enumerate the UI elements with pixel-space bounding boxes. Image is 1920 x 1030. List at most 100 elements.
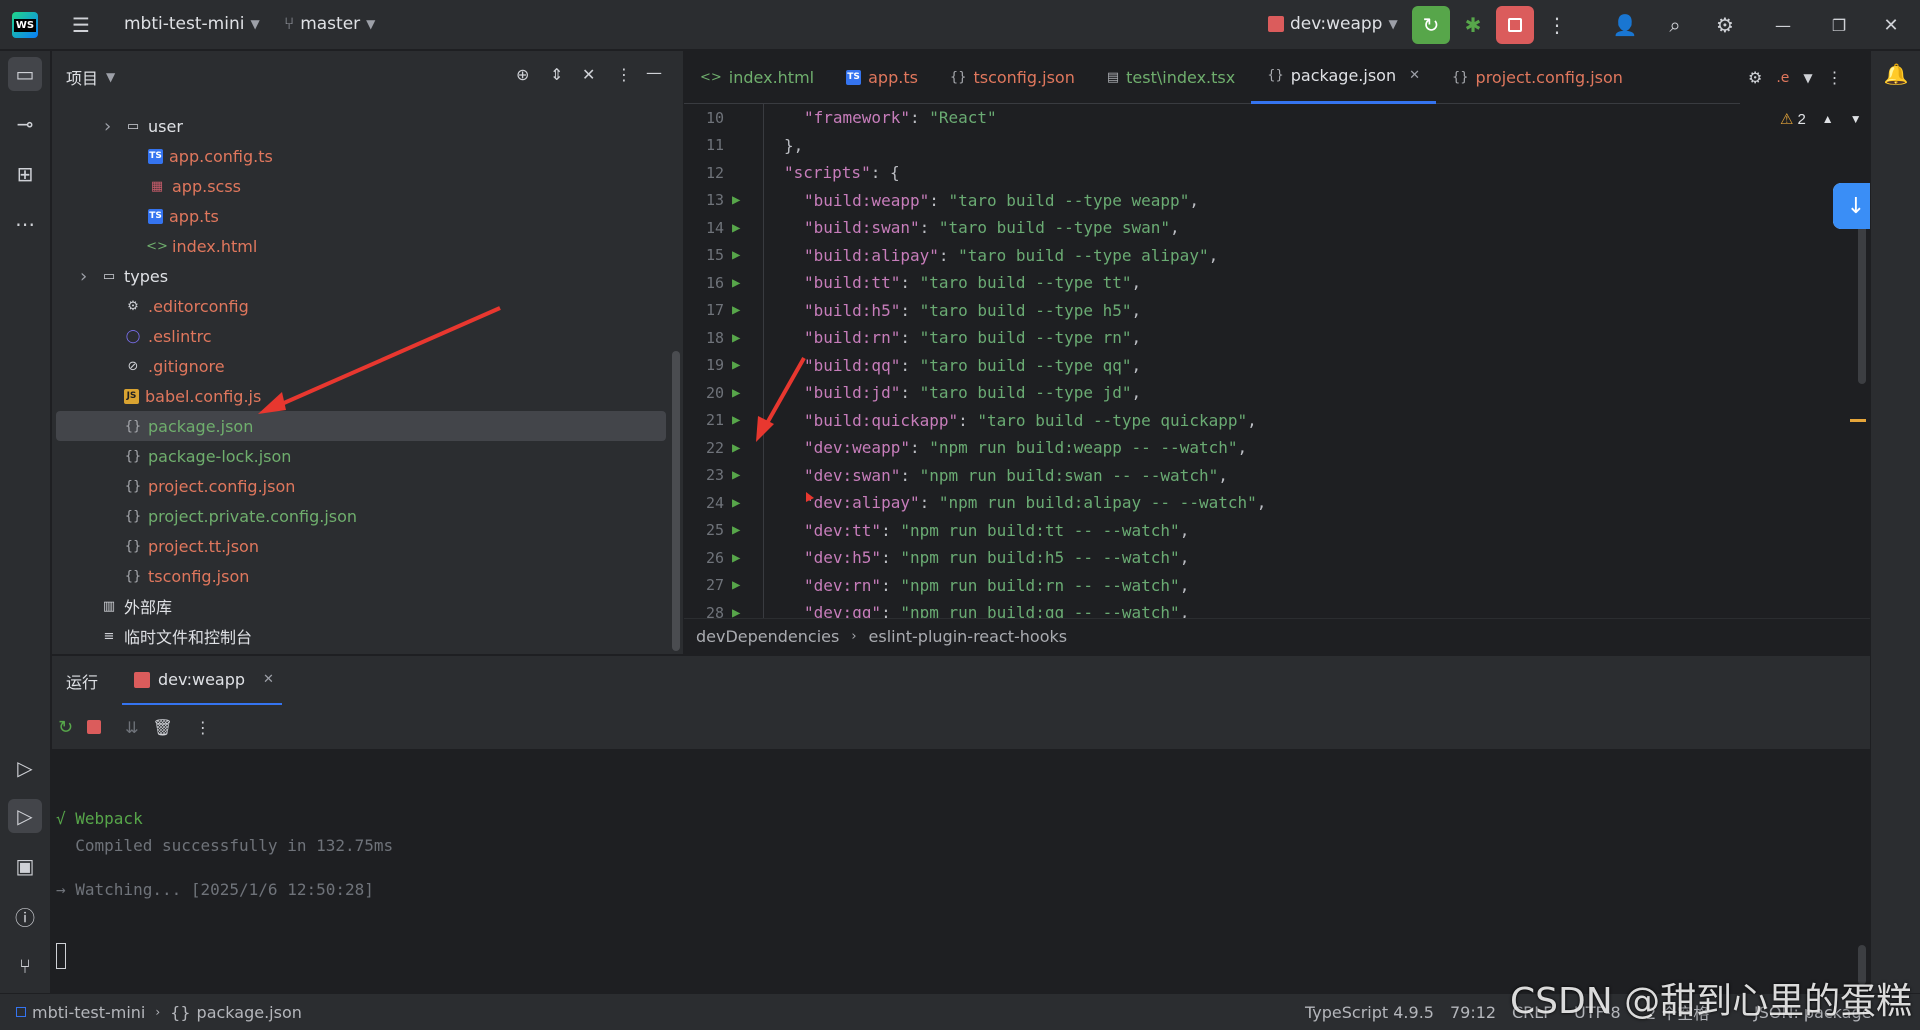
status-project[interactable]: mbti-test-mini (32, 1003, 145, 1022)
notifications-icon[interactable]: 🔔 (1879, 57, 1913, 91)
run-script-icon[interactable]: ▶ (732, 412, 740, 428)
commit-icon[interactable]: ⊸ (8, 107, 42, 141)
app-logo-icon[interactable]: WS (12, 12, 38, 38)
branch-switcher[interactable]: ⑂ master ▼ (284, 14, 375, 34)
run-tab[interactable]: dev:weapp ✕ (122, 656, 282, 706)
close-button[interactable]: ✕ (1874, 8, 1908, 42)
tree-item[interactable]: {} project.private.config.json (52, 501, 672, 531)
restore-button[interactable]: ❐ (1822, 8, 1856, 42)
editor-tab[interactable]: <> index.html (684, 51, 830, 104)
trash-icon[interactable]: 🗑 (153, 718, 173, 737)
editor-tab[interactable]: {} project.config.json (1436, 51, 1639, 104)
tree-item[interactable]: JS babel.config.js (52, 381, 672, 411)
run-script-icon[interactable]: ▶ (732, 275, 740, 291)
breadcrumb-item[interactable]: devDependencies (696, 627, 839, 646)
tree-scrollbar[interactable] (672, 351, 680, 651)
structure-icon[interactable]: ⊞ (8, 157, 42, 191)
tree-item[interactable]: ◯ .eslintrc (52, 321, 672, 351)
stop-icon[interactable] (87, 720, 102, 734)
add-user-icon[interactable]: 👤 (1608, 8, 1642, 42)
more-options-icon[interactable]: ⋮ (195, 718, 211, 737)
more-tools-icon[interactable]: ⋯ (8, 207, 42, 241)
status-language[interactable]: TypeScript 4.9.5 (1305, 1003, 1434, 1022)
more-actions-icon[interactable]: ⋮ (1540, 8, 1574, 42)
run-console[interactable]: √ Webpack Compiled successfully in 132.7… (52, 749, 1870, 993)
console-watching-line: → Watching... [2025/1/6 12:50:28] (56, 880, 374, 899)
chevron-down-icon[interactable]: ▼ (1803, 71, 1812, 85)
run-script-icon[interactable]: ▶ (732, 302, 740, 318)
project-switcher[interactable]: mbti-test-mini ▼ (124, 14, 260, 34)
tree-item[interactable]: ⊘ .gitignore (52, 351, 672, 381)
tree-item[interactable]: {} tsconfig.json (52, 561, 672, 591)
tree-item[interactable]: {} package.json (56, 411, 666, 441)
run-script-icon[interactable]: ▶ (732, 357, 740, 373)
debug-button[interactable]: ✱ (1456, 8, 1490, 42)
tree-item[interactable]: ≡ 临时文件和控制台 (52, 621, 672, 651)
status-position[interactable]: 79:12 (1450, 1003, 1496, 1022)
services-icon[interactable]: ▷ (8, 751, 42, 785)
collapse-all-icon[interactable]: ✕ (582, 65, 595, 84)
main-menu-icon[interactable]: ☰ (64, 8, 98, 42)
options-icon[interactable]: ⋮ (616, 65, 632, 84)
hide-panel-icon[interactable]: — (646, 63, 662, 82)
run-script-icon[interactable]: ▶ (732, 247, 740, 263)
run-script-icon[interactable]: ▶ (732, 192, 740, 208)
editor-tab-label: index.html (728, 67, 815, 87)
run-script-icon[interactable]: ▶ (732, 577, 740, 593)
tree-item[interactable]: {} package-lock.json (52, 441, 672, 471)
stop-button[interactable] (1496, 6, 1534, 44)
editor-tab[interactable]: ▤ test\index.tsx (1091, 51, 1251, 104)
close-tab-icon[interactable]: ✕ (1409, 68, 1420, 83)
run-config-name: dev:weapp (1290, 14, 1383, 34)
tab-settings-icon[interactable]: ⚙ (1748, 68, 1762, 87)
tree-item[interactable]: › ▭ types (52, 261, 672, 291)
search-icon[interactable]: ⌕ (1658, 8, 1692, 42)
tree-item[interactable]: TS app.ts (52, 201, 672, 231)
tab-overflow-label[interactable]: .e (1776, 70, 1789, 86)
tree-item[interactable]: TS app.config.ts (52, 141, 672, 171)
run-script-icon[interactable]: ▶ (732, 220, 740, 236)
run-script-icon[interactable]: ▶ (732, 550, 740, 566)
run-tool-icon[interactable]: ▷ (8, 799, 42, 833)
tree-item[interactable]: {} project.tt.json (52, 531, 672, 561)
run-config-selector[interactable]: dev:weapp ▼ (1268, 14, 1398, 34)
project-tool-folder-icon[interactable]: ▭ (8, 57, 42, 91)
code-editor[interactable]: ⚠ 2 ▲ ▼ 10 "framework": "React" 11}, 12 "scr… (684, 104, 1870, 622)
tree-item-label: index.html (172, 236, 258, 256)
run-script-icon[interactable]: ▶ (732, 495, 740, 511)
rerun-button[interactable]: ↻ (1412, 6, 1450, 44)
rerun-icon[interactable]: ↻ (58, 717, 73, 738)
settings-icon[interactable]: ⚙ (1708, 8, 1742, 42)
tree-item[interactable]: ▥ 外部库 (52, 591, 672, 621)
run-script-icon[interactable]: ▶ (732, 522, 740, 538)
minimize-button[interactable]: — (1766, 8, 1800, 42)
breadcrumb-item[interactable]: eslint-plugin-react-hooks (869, 627, 1068, 646)
locate-icon[interactable]: ⊕ (516, 65, 529, 84)
run-script-icon[interactable]: ▶ (732, 330, 740, 346)
problems-icon[interactable]: ⓘ (8, 899, 42, 933)
chevron-right-icon[interactable]: › (80, 266, 100, 287)
run-script-icon[interactable]: ▶ (732, 467, 740, 483)
expand-all-icon[interactable]: ⇕ (550, 65, 563, 84)
tree-item[interactable]: › ▭ user (52, 111, 672, 141)
html-file-icon: <> (700, 69, 722, 85)
code-token-sep: : (900, 273, 920, 292)
tree-item[interactable]: {} project.config.json (52, 471, 672, 501)
chevron-down-icon[interactable]: ▼ (106, 70, 115, 84)
editor-tab[interactable]: {} tsconfig.json (934, 51, 1091, 104)
git-icon[interactable]: ⑂ (8, 949, 42, 983)
chevron-right-icon[interactable]: › (104, 116, 124, 137)
tree-item[interactable]: <> index.html (52, 231, 672, 261)
scroll-to-end-icon[interactable]: ⇊ (125, 718, 138, 737)
terminal-icon[interactable]: ▣ (8, 849, 42, 883)
status-file[interactable]: package.json (197, 1003, 302, 1022)
run-script-icon[interactable]: ▶ (732, 385, 740, 401)
tree-item[interactable]: ▦ app.scss (52, 171, 672, 201)
tree-item[interactable]: ⚙ .editorconfig (52, 291, 672, 321)
run-script-icon[interactable]: ▶ (732, 440, 740, 456)
editor-tab[interactable]: {} package.json ✕ (1251, 51, 1436, 104)
close-tab-icon[interactable]: ✕ (263, 672, 274, 687)
more-tabs-icon[interactable]: ⋮ (1827, 68, 1843, 87)
editor-tab[interactable]: TS app.ts (830, 51, 934, 104)
project-panel-title[interactable]: 项目 (66, 65, 98, 89)
